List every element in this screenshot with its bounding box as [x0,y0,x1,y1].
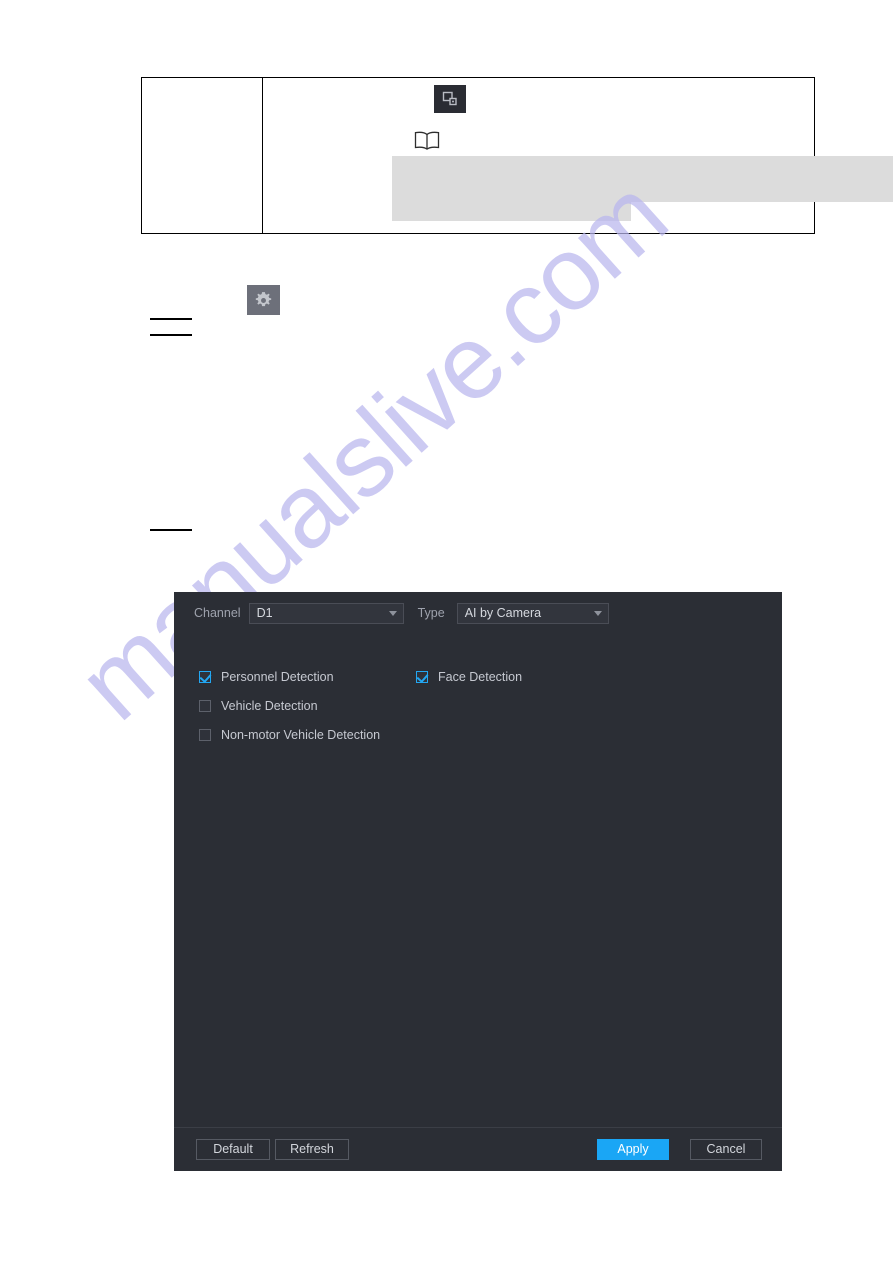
redacted-text-block [392,202,631,221]
redacted-step-rule [150,318,192,320]
note-table [141,77,893,234]
channel-select[interactable]: D1 [248,602,404,624]
dialog-footer: Default Refresh Apply Cancel [174,1127,782,1171]
channel-select-value: D1 [256,606,273,620]
checkbox-label: Face Detection [438,669,523,684]
checkbox-label: Personnel Detection [221,669,334,684]
checkbox-label: Vehicle Detection [221,698,318,713]
checkbox-non-motor-vehicle-detection[interactable]: Non-motor Vehicle Detection [199,728,380,742]
dialog-body: Personnel Detection Face Detection Vehic… [174,634,782,1127]
type-label: Type [417,606,445,620]
ai-detection-dialog: Channel D1 Type AI by Camera Personnel D… [174,592,782,1171]
refresh-button[interactable]: Refresh [275,1139,349,1160]
default-button[interactable]: Default [196,1139,270,1160]
redacted-step-rule [150,529,192,531]
apply-button[interactable]: Apply [597,1139,669,1160]
redacted-step-rule [150,334,192,336]
redacted-text-block [392,156,893,202]
channel-label: Channel [194,606,241,620]
copy-channel-icon [434,85,466,113]
open-book-icon [413,130,441,152]
detection-row: Vehicle Detection [199,691,739,720]
gear-icon [247,285,280,315]
checkbox-box[interactable] [199,699,211,712]
chevron-down-icon [593,611,602,616]
checkbox-box[interactable] [199,728,211,741]
cancel-button[interactable]: Cancel [690,1139,762,1160]
checkbox-label: Non-motor Vehicle Detection [221,727,381,742]
dialog-toolbar: Channel D1 Type AI by Camera [174,592,782,634]
checkbox-vehicle-detection[interactable]: Vehicle Detection [199,699,416,713]
chevron-down-icon [388,611,397,616]
detection-row: Non-motor Vehicle Detection [199,720,739,749]
detection-options: Personnel Detection Face Detection Vehic… [199,662,739,749]
checkbox-box[interactable] [199,670,211,683]
checkbox-face-detection[interactable]: Face Detection [416,670,522,684]
type-select-value: AI by Camera [464,606,542,620]
note-table-left-cell [142,78,263,233]
note-table-right-cell [263,78,893,233]
detection-row: Personnel Detection Face Detection [199,662,739,691]
type-select[interactable]: AI by Camera [456,602,609,624]
checkbox-box[interactable] [416,670,428,683]
checkbox-personnel-detection[interactable]: Personnel Detection [199,670,416,684]
